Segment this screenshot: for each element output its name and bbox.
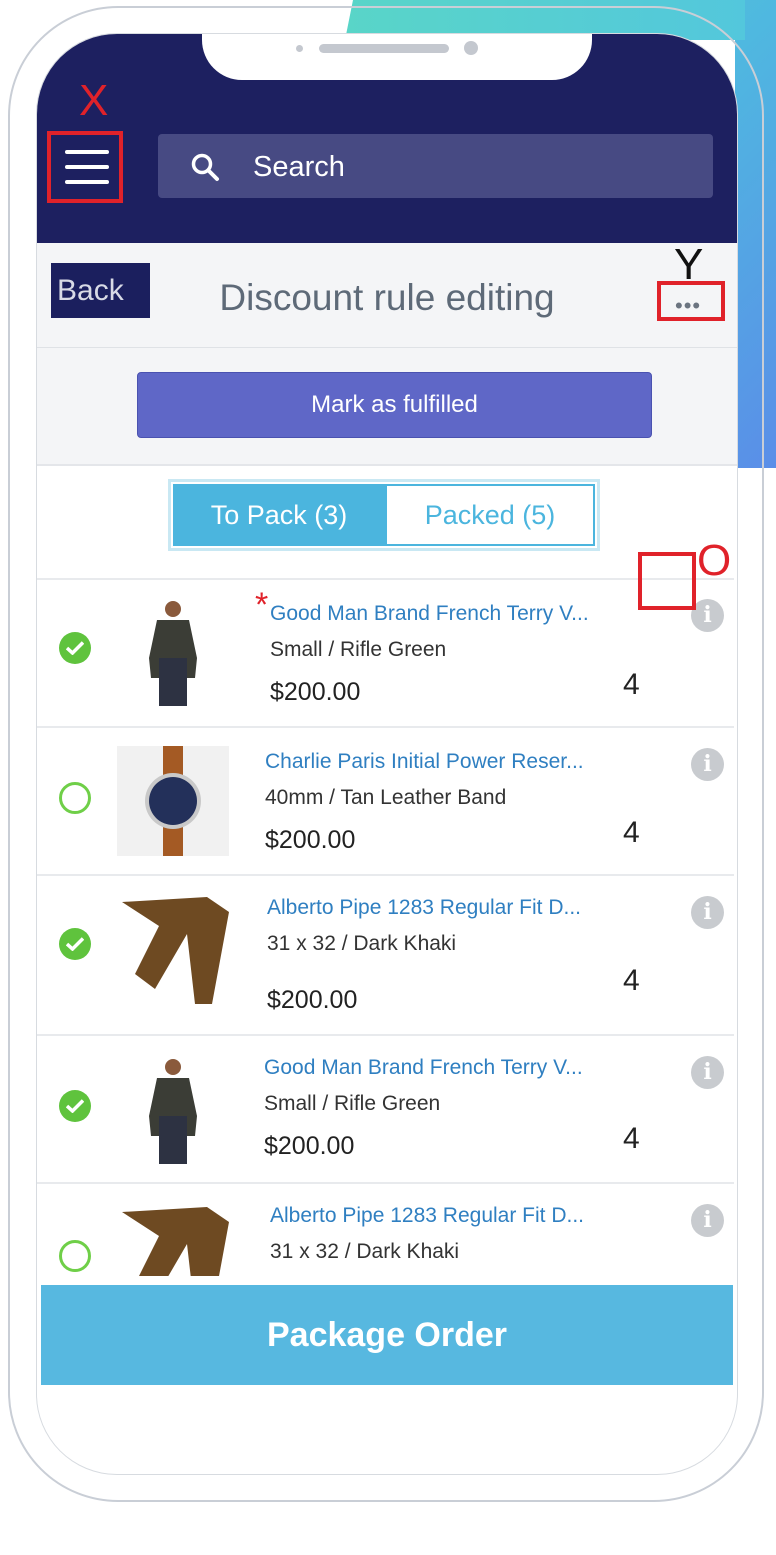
info-icon[interactable]: i [691,1056,724,1089]
checked-icon[interactable] [59,632,91,664]
list-item[interactable]: Alberto Pipe 1283 Regular Fit D... 31 x … [37,874,734,1036]
action-area: Mark as fulfilled [37,348,737,466]
hamburger-menu-icon[interactable] [65,148,109,186]
product-price: $200.00 [265,826,356,854]
list-item[interactable]: Alberto Pipe 1283 Regular Fit D... 31 x … [37,1182,734,1276]
phone-screen: Search Back Discount rule editing ••• Ma… [37,34,737,1474]
list-item[interactable]: Good Man Brand French Terry V... Small /… [37,1034,734,1184]
product-quantity: 4 [623,1122,640,1155]
mark-fulfilled-button[interactable]: Mark as fulfilled [137,372,652,438]
sweater-man-image [149,1059,197,1164]
product-variant: 31 x 32 / Dark Khaki [267,932,457,955]
info-highlight-box [638,552,696,610]
annotation-o: O [697,536,732,585]
product-quantity: 4 [623,964,640,997]
search-icon [191,153,219,181]
pack-tabs: To Pack (3) Packed (5) [168,479,600,551]
product-variant: Small / Rifle Green [270,638,447,661]
tab-packed[interactable]: Packed (5) [385,484,595,546]
product-name[interactable]: Alberto Pipe 1283 Regular Fit D... [270,1204,584,1228]
product-name[interactable]: Good Man Brand French Terry V... [270,602,589,626]
product-name[interactable]: Alberto Pipe 1283 Regular Fit D... [267,896,581,920]
checked-icon[interactable] [59,1090,91,1122]
info-icon[interactable]: i [691,896,724,929]
info-icon[interactable]: i [691,748,724,781]
more-icon: ••• [675,293,702,318]
product-quantity: 4 [623,668,640,701]
phone-notch [202,34,592,80]
search-placeholder: Search [253,151,345,183]
pants-image [122,897,229,1004]
product-variant: Small / Rifle Green [264,1092,441,1115]
page-header: Back Discount rule editing ••• [37,243,737,348]
watch-image [117,746,229,856]
top-bar: Search [37,34,737,243]
tab-to-pack[interactable]: To Pack (3) [173,484,385,546]
product-variant: 31 x 32 / Dark Khaki [270,1240,460,1263]
product-variant: 40mm / Tan Leather Band [265,786,507,809]
package-order-button[interactable]: Package Order [41,1285,733,1385]
list-item[interactable]: Charlie Paris Initial Power Reser... 40m… [37,726,734,876]
pants-image [122,1207,229,1276]
unchecked-icon[interactable] [59,782,91,814]
annotation-x: X [79,76,109,125]
product-name[interactable]: Good Man Brand French Terry V... [264,1056,583,1080]
product-price: $200.00 [270,678,361,706]
product-name[interactable]: Charlie Paris Initial Power Reser... [265,750,584,774]
unchecked-icon[interactable] [59,1240,91,1272]
sweater-man-image [149,601,197,706]
page-title: Discount rule editing [219,277,555,318]
search-bar[interactable]: Search [158,134,713,198]
product-price: $200.00 [264,1132,355,1160]
product-price: $200.00 [267,986,358,1014]
annotation-y: Y [674,240,704,289]
product-quantity: 4 [623,816,640,849]
checked-icon[interactable] [59,928,91,960]
info-icon[interactable]: i [691,1204,724,1237]
required-asterisk: * [255,586,269,624]
list-item[interactable]: * Good Man Brand French Terry V... Small… [37,578,734,728]
menu-highlight-box [47,131,123,203]
